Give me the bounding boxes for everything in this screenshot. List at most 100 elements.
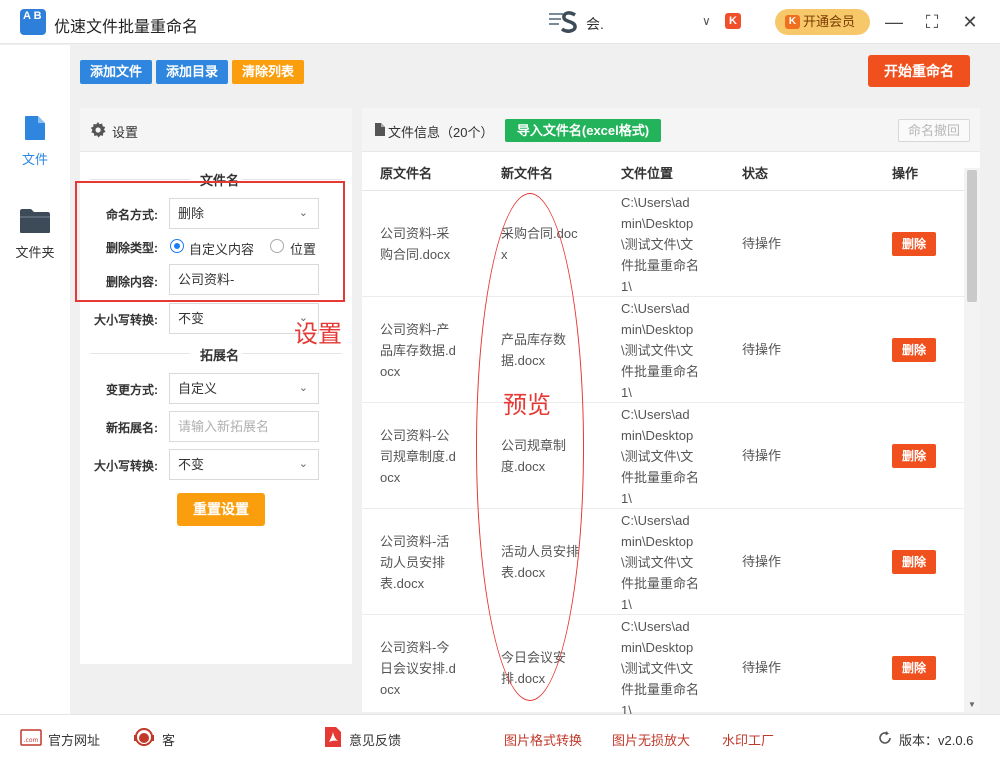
file-location-cell: C:\Users\ad min\Desktop \测试文件\文 件批量重命名 1\ bbox=[621, 192, 699, 297]
table-row[interactable]: 公司资料-产 品库存数据.d ocx 产品库存数 据.docx C:\Users\ad mi… bbox=[362, 297, 964, 403]
settings-header: 设置 bbox=[80, 108, 352, 152]
change-method-value: 自定义 bbox=[178, 381, 218, 396]
delete-row-button[interactable]: 删除 bbox=[892, 444, 936, 468]
import-filenames-button[interactable]: 导入文件名(excel格式) bbox=[505, 119, 661, 142]
delete-row-button[interactable]: 删除 bbox=[892, 550, 936, 574]
original-filename-cell-line: 司规章制度.d bbox=[380, 449, 456, 464]
maximize-button[interactable]: ⛶ bbox=[920, 10, 944, 34]
feedback-link[interactable]: 意见反馈 bbox=[349, 730, 401, 749]
gear-icon bbox=[90, 122, 106, 138]
original-filename-cell-line: 购合同.docx bbox=[380, 247, 451, 262]
new-extension-label: 新拓展名: bbox=[106, 421, 158, 435]
column-header-location: 文件位置 bbox=[621, 166, 674, 181]
website-icon: .com bbox=[20, 729, 42, 746]
table-row[interactable]: 公司资料-采 购合同.docx 采购合同.doc x C:\Users\ad min\De… bbox=[362, 191, 964, 297]
undo-rename-button[interactable]: 命名撤回 bbox=[898, 119, 970, 142]
customer-service-link[interactable]: 客 bbox=[162, 730, 175, 749]
clear-list-button[interactable]: 清除列表 bbox=[232, 60, 304, 84]
file-location-cell-line: \测试文件\文 bbox=[621, 449, 694, 464]
column-header-original: 原文件名 bbox=[380, 166, 433, 181]
file-location-cell-line: 件批量重命名 bbox=[621, 258, 700, 273]
vip-button[interactable]: K 开通会员 bbox=[775, 9, 870, 35]
settings-title: 设置 bbox=[112, 125, 139, 140]
preview-highlight-oval bbox=[476, 193, 584, 701]
extension-section-title: 拓展名 bbox=[200, 348, 240, 363]
file-location-cell-line: 1\ bbox=[621, 597, 632, 612]
file-location-cell-line: \测试文件\文 bbox=[621, 555, 694, 570]
file-location-cell-line: min\Desktop bbox=[621, 640, 694, 655]
file-list-panel: 文件信息（20个） 导入文件名(excel格式) 命名撤回 原文件名 新文件名 … bbox=[362, 108, 980, 721]
minimize-button[interactable]: — bbox=[882, 10, 906, 34]
file-location-cell: C:\Users\ad min\Desktop \测试文件\文 件批量重命名 1\ bbox=[621, 510, 699, 615]
file-location-cell-line: min\Desktop bbox=[621, 428, 694, 443]
folder-icon bbox=[20, 209, 50, 233]
user-name[interactable]: 会. bbox=[586, 14, 604, 34]
table-row[interactable]: 公司资料-今 日会议安排.d ocx 今日会议安 排.docx C:\Users\ad mi… bbox=[362, 615, 964, 721]
file-location-cell: C:\Users\ad min\Desktop \测试文件\文 件批量重命名 1\ bbox=[621, 404, 699, 509]
image-enlarge-link[interactable]: 图片无损放大 bbox=[612, 730, 690, 749]
original-filename-cell-line: 公司资料-采 bbox=[380, 226, 450, 241]
file-location-cell-line: \测试文件\文 bbox=[621, 661, 694, 676]
nav-item-folder[interactable]: 文件夹 bbox=[0, 208, 70, 278]
add-directory-button[interactable]: 添加目录 bbox=[156, 60, 228, 84]
file-location-cell-line: C:\Users\ad bbox=[621, 195, 690, 210]
status-cell: 待操作 bbox=[742, 342, 782, 357]
original-filename-cell: 公司资料-产 品库存数据.d ocx bbox=[380, 319, 456, 382]
refresh-icon bbox=[879, 731, 891, 744]
divider bbox=[242, 353, 342, 354]
add-file-button[interactable]: 添加文件 bbox=[80, 60, 152, 84]
scroll-down-icon[interactable]: ▼ bbox=[968, 700, 976, 709]
file-list-title: 文件信息（20个） bbox=[388, 125, 494, 140]
ext-case-convert-label: 大小写转换: bbox=[94, 459, 158, 473]
official-site-link[interactable]: 官方网址 bbox=[48, 730, 100, 749]
svg-text:.com: .com bbox=[24, 737, 39, 744]
ext-case-convert-value: 不变 bbox=[178, 457, 205, 472]
status-cell: 待操作 bbox=[742, 236, 782, 251]
ext-case-convert-select[interactable]: 不变 ⌄ bbox=[169, 449, 319, 480]
chevron-down-icon[interactable]: ∨ bbox=[702, 14, 711, 28]
original-filename-cell-line: 公司资料-今 bbox=[380, 640, 450, 655]
version-label: 版本：v2.0.6 bbox=[899, 733, 974, 748]
document-icon bbox=[375, 123, 385, 136]
file-location-cell-line: 1\ bbox=[621, 385, 632, 400]
file-location-cell-line: C:\Users\ad bbox=[621, 301, 690, 316]
status-cell: 待操作 bbox=[742, 448, 782, 463]
file-location-cell-line: 件批量重命名 bbox=[621, 576, 700, 591]
delete-row-button[interactable]: 删除 bbox=[892, 232, 936, 256]
file-location-cell-line: C:\Users\ad bbox=[621, 513, 690, 528]
column-header-new: 新文件名 bbox=[501, 166, 554, 181]
change-method-select[interactable]: 自定义 ⌄ bbox=[169, 373, 319, 404]
divider bbox=[242, 179, 342, 180]
reset-settings-button[interactable]: 重置设置 bbox=[177, 493, 265, 526]
watermark-factory-link[interactable]: 水印工厂 bbox=[722, 730, 774, 749]
case-convert-label: 大小写转换: bbox=[94, 313, 158, 327]
divider bbox=[90, 353, 190, 354]
delete-row-button[interactable]: 删除 bbox=[892, 656, 936, 680]
pdf-feedback-icon bbox=[325, 727, 341, 747]
nav-item-file[interactable]: 文件 bbox=[0, 115, 70, 185]
vip-icon: K bbox=[785, 15, 800, 29]
start-rename-button[interactable]: 开始重命名 bbox=[868, 55, 970, 87]
file-location-cell-line: 件批量重命名 bbox=[621, 682, 700, 697]
file-location-cell-line: 1\ bbox=[621, 279, 632, 294]
file-location-cell-line: C:\Users\ad bbox=[621, 619, 690, 634]
original-filename-cell-line: 品库存数据.d bbox=[380, 343, 456, 358]
app-title: 优速文件批量重命名 bbox=[54, 19, 199, 36]
file-location-cell-line: 件批量重命名 bbox=[621, 470, 700, 485]
close-button[interactable]: ✕ bbox=[958, 10, 982, 34]
file-location-cell-line: C:\Users\ad bbox=[621, 407, 690, 422]
original-filename-cell: 公司资料-今 日会议安排.d ocx bbox=[380, 637, 456, 700]
original-filename-cell: 公司资料-活 动人员安排 表.docx bbox=[380, 531, 449, 594]
original-filename-cell-line: 公司资料-产 bbox=[380, 322, 450, 337]
file-icon bbox=[25, 116, 45, 140]
status-cell: 待操作 bbox=[742, 660, 782, 675]
image-format-convert-link[interactable]: 图片格式转换 bbox=[504, 730, 582, 749]
vip-label: 开通会员 bbox=[803, 14, 856, 29]
table-row[interactable]: 公司资料-活 动人员安排 表.docx 活动人员安排 表.docx C:\Users\ad… bbox=[362, 509, 964, 615]
new-extension-input[interactable]: 请输入新拓展名 bbox=[169, 411, 319, 442]
delete-row-button[interactable]: 删除 bbox=[892, 338, 936, 362]
table-row[interactable]: 公司资料-公 司规章制度.d ocx 公司规章制 度.docx C:\Users\ad mi… bbox=[362, 403, 964, 509]
column-header-action: 操作 bbox=[892, 166, 919, 181]
vertical-scrollbar[interactable]: ▼ bbox=[964, 168, 980, 712]
scrollbar-thumb[interactable] bbox=[967, 170, 977, 302]
